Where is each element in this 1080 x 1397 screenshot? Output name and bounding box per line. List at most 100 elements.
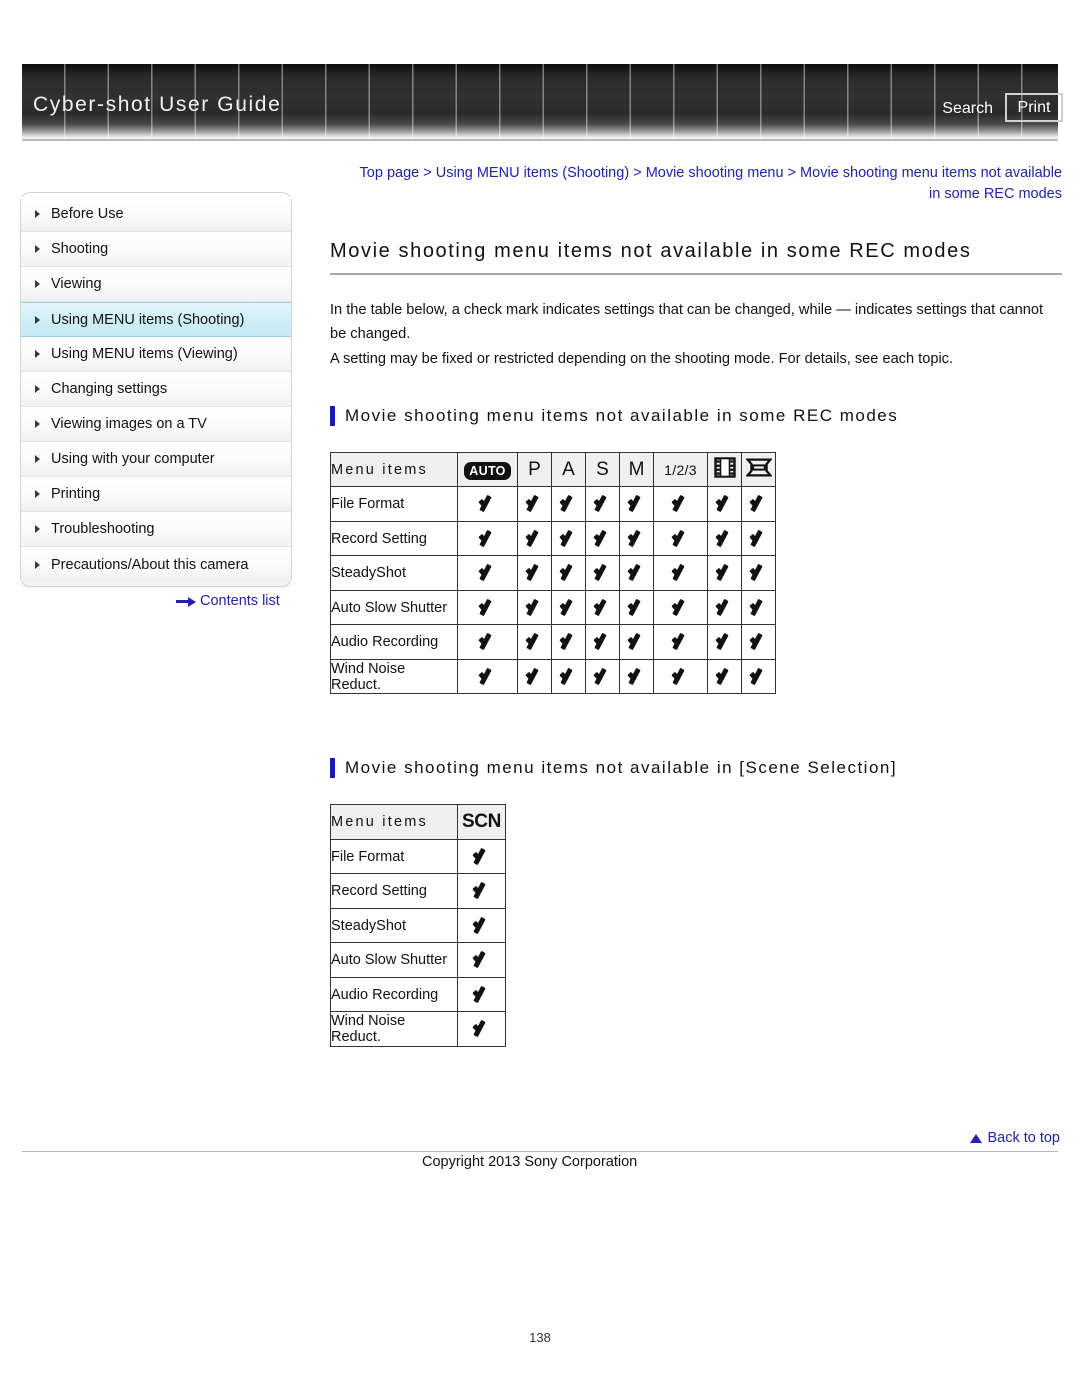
check-mark-cell bbox=[517, 624, 552, 660]
sidebar-item-shooting[interactable]: Shooting bbox=[21, 232, 291, 267]
copyright-text: Copyright 2013 Sony Corporation bbox=[422, 1154, 638, 1170]
check-icon bbox=[525, 598, 545, 618]
check-mark-cell bbox=[585, 520, 620, 557]
check-mark-cell bbox=[457, 486, 518, 522]
contents-list-link[interactable]: Contents list bbox=[176, 593, 280, 609]
sidebar-item-changing-settings[interactable]: Changing settings bbox=[21, 372, 291, 407]
modes-table: Menu items SCN File Format Record Setting St… bbox=[330, 804, 506, 1047]
main-content: Movie shooting menu items not available … bbox=[330, 240, 1062, 1047]
chevron-right-icon bbox=[35, 385, 40, 393]
check-icon bbox=[671, 598, 691, 618]
chevron-right-icon bbox=[35, 490, 40, 498]
check-mark-cell bbox=[653, 520, 708, 557]
check-mark-cell bbox=[457, 658, 518, 695]
check-icon bbox=[627, 494, 647, 514]
check-icon bbox=[525, 529, 545, 549]
menu-item-label: Record Setting bbox=[330, 520, 458, 557]
check-icon bbox=[525, 494, 545, 514]
mode-column-header bbox=[707, 451, 742, 488]
menu-items-header-cell: Menu items bbox=[330, 451, 458, 488]
chevron-right-icon bbox=[35, 210, 40, 218]
breadcrumb: Top page > Using MENU items (Shooting) >… bbox=[350, 163, 1062, 205]
check-mark-cell bbox=[653, 624, 708, 660]
check-mark-cell bbox=[585, 555, 620, 591]
check-icon bbox=[749, 529, 769, 549]
print-button[interactable]: Print bbox=[1005, 93, 1063, 122]
menu-item-label: File Format bbox=[330, 838, 458, 875]
menu-item-label: Audio Recording bbox=[330, 976, 458, 1013]
menu-item-label: Record Setting bbox=[330, 873, 458, 909]
sidebar-item-label: Precautions/About this camera bbox=[51, 556, 249, 573]
page-title: Movie shooting menu items not available … bbox=[330, 240, 1062, 275]
check-mark-cell bbox=[457, 520, 518, 557]
check-mark-cell bbox=[517, 658, 552, 695]
menu-item-label: SteadyShot bbox=[330, 555, 458, 591]
check-mark-cell bbox=[653, 658, 708, 695]
check-icon bbox=[559, 632, 579, 652]
sidebar-item-using-menu-items-shooting[interactable]: Using MENU items (Shooting) bbox=[21, 302, 291, 337]
back-to-top-link[interactable]: Back to top bbox=[970, 1130, 1060, 1146]
check-mark-cell bbox=[457, 907, 506, 944]
check-mark-cell bbox=[741, 658, 776, 695]
check-mark-cell bbox=[741, 624, 776, 660]
check-icon bbox=[478, 667, 498, 687]
breadcrumb-item-0[interactable]: Top page bbox=[360, 165, 420, 181]
chevron-right-icon bbox=[35, 525, 40, 533]
section-heading-rec-modes: Movie shooting menu items not available … bbox=[330, 405, 1062, 426]
breadcrumb-item-3[interactable]: Movie shooting menu items not available … bbox=[800, 165, 1062, 202]
sidebar-item-printing[interactable]: Printing bbox=[21, 477, 291, 512]
breadcrumb-item-1[interactable]: Using MENU items (Shooting) bbox=[436, 165, 629, 181]
check-icon bbox=[715, 632, 735, 652]
check-mark-cell bbox=[457, 976, 506, 1013]
check-icon bbox=[749, 598, 769, 618]
table-header-row: Menu items AUTO P A S M 1/2/3 bbox=[330, 451, 776, 488]
check-mark-cell bbox=[551, 486, 586, 522]
check-mark-cell bbox=[707, 624, 742, 660]
mode-letter-m-icon: M bbox=[628, 458, 645, 480]
check-icon bbox=[559, 563, 579, 583]
check-mark-cell bbox=[619, 658, 654, 695]
search-button[interactable]: Search bbox=[942, 100, 993, 118]
sidebar-item-before-use[interactable]: Before Use bbox=[21, 197, 291, 232]
sidebar-item-viewing[interactable]: Viewing bbox=[21, 267, 291, 302]
mode-letter-s-icon: S bbox=[596, 458, 609, 480]
check-mark-cell bbox=[741, 520, 776, 557]
check-icon bbox=[525, 632, 545, 652]
mode-column-header: AUTO bbox=[457, 451, 518, 488]
check-icon bbox=[671, 632, 691, 652]
check-mark-cell bbox=[741, 589, 776, 626]
mode-column-header: 1/2/3 bbox=[653, 451, 708, 488]
sidebar-item-using-menu-items-viewing[interactable]: Using MENU items (Viewing) bbox=[21, 337, 291, 372]
chevron-right-icon bbox=[35, 560, 40, 569]
contents-list-label: Contents list bbox=[200, 593, 280, 609]
modes-table: Menu items AUTO P A S M 1/2/3 File Format Record… bbox=[330, 451, 776, 695]
check-mark-cell bbox=[551, 555, 586, 591]
check-mark-cell bbox=[619, 520, 654, 557]
sweep-panorama-mode-icon bbox=[744, 458, 773, 482]
table-header-row: Menu items SCN bbox=[330, 804, 506, 840]
mode-letter-a-icon: A bbox=[562, 458, 575, 480]
check-icon bbox=[749, 667, 769, 687]
table-row: Record Setting bbox=[330, 873, 506, 909]
breadcrumb-item-2[interactable]: Movie shooting menu bbox=[646, 165, 784, 181]
menu-item-label: Auto Slow Shutter bbox=[330, 942, 458, 978]
sidebar-item-viewing-images-on-a-tv[interactable]: Viewing images on a TV bbox=[21, 407, 291, 442]
check-icon bbox=[749, 632, 769, 652]
page-brand-title: Cyber-shot User Guide bbox=[33, 93, 282, 116]
chevron-right-icon bbox=[35, 245, 40, 253]
check-icon bbox=[559, 598, 579, 618]
check-icon bbox=[593, 632, 613, 652]
check-icon bbox=[559, 667, 579, 687]
triangle-up-icon bbox=[970, 1133, 983, 1143]
check-mark-cell bbox=[457, 838, 506, 875]
sidebar-item-precautions-about-this-camera[interactable]: Precautions/About this camera bbox=[21, 547, 291, 582]
check-mark-cell bbox=[457, 873, 506, 909]
sidebar-item-using-with-your-computer[interactable]: Using with your computer bbox=[21, 442, 291, 477]
check-mark-cell bbox=[585, 624, 620, 660]
sidebar-item-troubleshooting[interactable]: Troubleshooting bbox=[21, 512, 291, 547]
mode-column-header: S bbox=[585, 451, 620, 488]
check-icon bbox=[715, 563, 735, 583]
table-row: Auto Slow Shutter bbox=[330, 942, 506, 978]
check-icon bbox=[472, 950, 492, 970]
mode-column-header bbox=[741, 451, 776, 488]
